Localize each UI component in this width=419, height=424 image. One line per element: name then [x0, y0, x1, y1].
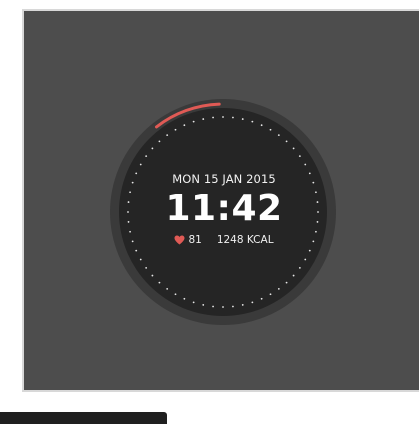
minute-dot	[260, 297, 263, 300]
stats-row: 81 1248 KCAL	[124, 234, 324, 246]
calories-value: 1248 KCAL	[216, 234, 274, 246]
minute-dot	[139, 258, 142, 261]
minute-dot	[166, 287, 169, 290]
minute-dot	[251, 120, 254, 123]
minute-dot	[202, 118, 205, 120]
minute-dot	[145, 155, 148, 158]
minute-dot	[174, 293, 177, 296]
minute-dot	[232, 305, 234, 308]
minute-dot	[158, 281, 161, 284]
minute-dot	[202, 304, 205, 306]
minute-dot	[222, 306, 224, 308]
minute-dot	[308, 249, 311, 252]
minute-dot	[304, 258, 307, 261]
minute-dot	[298, 155, 301, 158]
minute-dot	[158, 140, 161, 143]
minute-dot	[292, 147, 295, 150]
minute-dot	[183, 297, 186, 300]
date-label: MON 15 JAN 2015	[172, 172, 276, 186]
minute-dot	[277, 134, 280, 137]
minute-dot	[212, 116, 214, 119]
time-display: 11:42	[165, 188, 283, 229]
minute-dot	[260, 124, 263, 127]
minute-dot	[135, 249, 138, 252]
minute-dot	[192, 120, 195, 123]
minute-dot	[292, 274, 295, 277]
minute-dot	[269, 128, 272, 131]
minute-dot	[251, 301, 254, 304]
minute-dot	[285, 140, 288, 143]
bottom-bar	[0, 412, 167, 424]
heart-icon	[174, 235, 185, 245]
minute-dot	[232, 116, 234, 119]
minute-dot	[212, 305, 214, 308]
watch-readout: MON 15 JAN 2015 11:42 81 1248 KCAL	[124, 160, 324, 246]
minute-dot	[241, 118, 244, 120]
minute-dot	[151, 147, 154, 150]
minute-dot	[174, 128, 177, 131]
minute-dot	[285, 281, 288, 284]
minute-dot	[145, 266, 148, 269]
minute-dot	[222, 116, 224, 118]
minute-dot	[241, 304, 244, 306]
minute-dot	[269, 293, 272, 296]
screen: MON 15 JAN 2015 11:42 81 1248 KCAL	[0, 0, 419, 424]
minute-dot	[151, 274, 154, 277]
minute-dot	[192, 301, 195, 304]
minute-dot	[298, 266, 301, 269]
minute-dot	[277, 287, 280, 290]
heart-rate-value: 81	[188, 234, 202, 246]
minute-dot	[166, 134, 169, 137]
minute-dot	[183, 124, 186, 127]
